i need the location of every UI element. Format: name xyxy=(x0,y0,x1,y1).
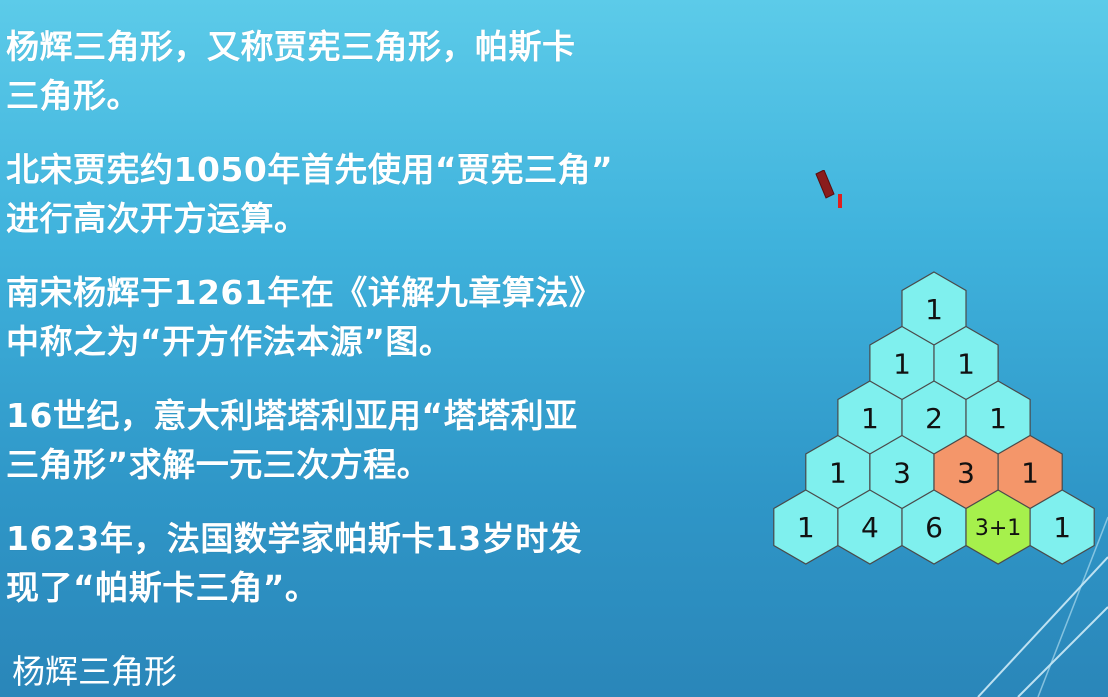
hex-value-r2-c0: 1 xyxy=(861,402,879,435)
paragraph-4-line-2: 三角形”求解一元三次方程。 xyxy=(6,445,431,484)
hex-value-r0-c0: 1 xyxy=(925,293,943,326)
paragraph-3-line-2: 中称之为“开方作法本源”图。 xyxy=(6,322,453,361)
hex-value-r4-c0: 1 xyxy=(797,511,815,544)
paragraph-5-line-1: 1623年，法国数学家帕斯卡13岁时发 xyxy=(6,519,583,558)
paragraph-5: 1623年，法国数学家帕斯卡13岁时发 现了“帕斯卡三角”。 xyxy=(6,514,736,612)
paragraph-1: 杨辉三角形，又称贾宪三角形，帕斯卡 三角形。 xyxy=(6,22,736,120)
paragraph-1-line-2: 三角形。 xyxy=(6,76,140,115)
hex-value-r1-c1: 1 xyxy=(957,348,975,381)
text-content: 杨辉三角形，又称贾宪三角形，帕斯卡 三角形。 北宋贾宪约1050年首先使用“贾宪… xyxy=(6,22,736,637)
paragraph-3-line-1: 南宋杨辉于1261年在《详解九章算法》 xyxy=(6,273,603,312)
hex-value-r3-c1: 3 xyxy=(893,457,911,490)
hex-value-r4-c4: 1 xyxy=(1053,511,1071,544)
paragraph-1-line-1: 杨辉三角形，又称贾宪三角形，帕斯卡 xyxy=(6,27,576,66)
hex-value-r4-c3: 3+1 xyxy=(975,516,1021,541)
paragraph-2: 北宋贾宪约1050年首先使用“贾宪三角” 进行高次开方运算。 xyxy=(6,145,736,243)
paragraph-4: 16世纪，意大利塔塔利亚用“塔塔利亚 三角形”求解一元三次方程。 xyxy=(6,391,736,489)
paragraph-2-line-1: 北宋贾宪约1050年首先使用“贾宪三角” xyxy=(6,150,614,189)
paragraph-5-line-2: 现了“帕斯卡三角”。 xyxy=(6,568,319,607)
hex-value-r3-c3: 1 xyxy=(1021,457,1039,490)
hex-value-r1-c0: 1 xyxy=(893,348,911,381)
hex-value-r2-c2: 1 xyxy=(989,402,1007,435)
pen-cursor-icon xyxy=(815,170,842,208)
hex-value-r4-c1: 4 xyxy=(861,511,879,544)
slide-footer-title: 杨辉三角形 xyxy=(12,652,177,691)
yang-hui-triangle-diagram: 11 11 2 11 3 3 11 4 6 3+1 1 xyxy=(773,271,1095,565)
paragraph-4-line-1: 16世纪，意大利塔塔利亚用“塔塔利亚 xyxy=(6,396,578,435)
hex-value-r3-c2: 3 xyxy=(957,457,975,490)
hex-value-r4-c2: 6 xyxy=(925,511,943,544)
paragraph-3: 南宋杨辉于1261年在《详解九章算法》 中称之为“开方作法本源”图。 xyxy=(6,268,736,366)
hex-value-r2-c1: 2 xyxy=(925,402,943,435)
paragraph-2-line-2: 进行高次开方运算。 xyxy=(6,199,308,238)
hex-value-r3-c0: 1 xyxy=(829,457,847,490)
